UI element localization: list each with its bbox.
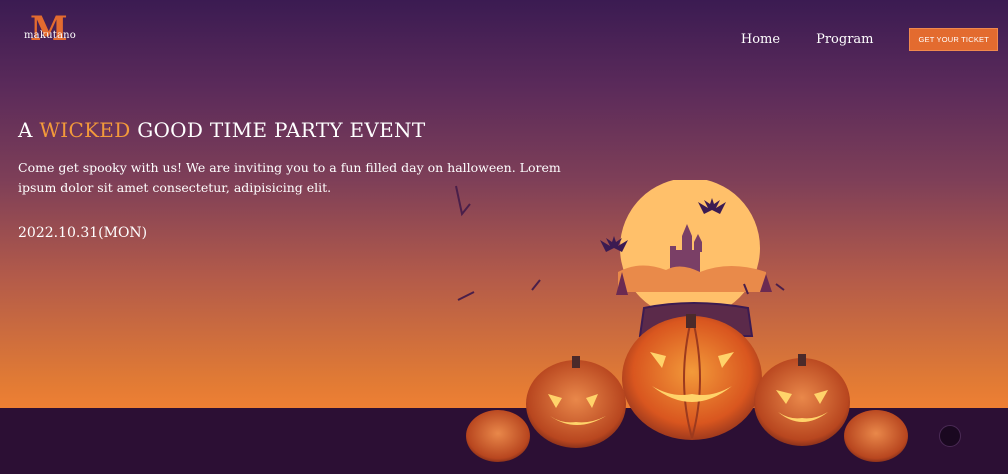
top-nav: Home Program GET YOUR TICKET — [741, 28, 998, 51]
big-pumpkin — [622, 316, 762, 440]
small-pumpkin-left — [466, 410, 530, 462]
halloween-illustration — [455, 180, 908, 462]
left-pumpkin — [526, 360, 626, 448]
event-date: 2022.10.31(MON) — [18, 225, 148, 241]
headline-accent: WICKED — [39, 118, 131, 142]
right-pumpkin — [754, 358, 850, 446]
headline-prefix: A — [18, 118, 40, 142]
cloud-band — [618, 265, 766, 292]
logo-text: makutano — [24, 30, 76, 41]
get-ticket-button[interactable]: GET YOUR TICKET — [909, 28, 998, 51]
logo[interactable]: M makutano — [24, 12, 76, 54]
circle-dot-icon[interactable] — [939, 425, 961, 447]
headline-suffix: GOOD TIME PARTY EVENT — [130, 118, 426, 142]
hero-section: M makutano Home Program GET YOUR TICKET … — [0, 0, 1008, 474]
small-pumpkin-right — [844, 410, 908, 462]
nav-home-link[interactable]: Home — [741, 32, 780, 47]
nav-program-link[interactable]: Program — [816, 32, 873, 47]
hero-headline: A WICKED GOOD TIME PARTY EVENT — [18, 118, 426, 142]
